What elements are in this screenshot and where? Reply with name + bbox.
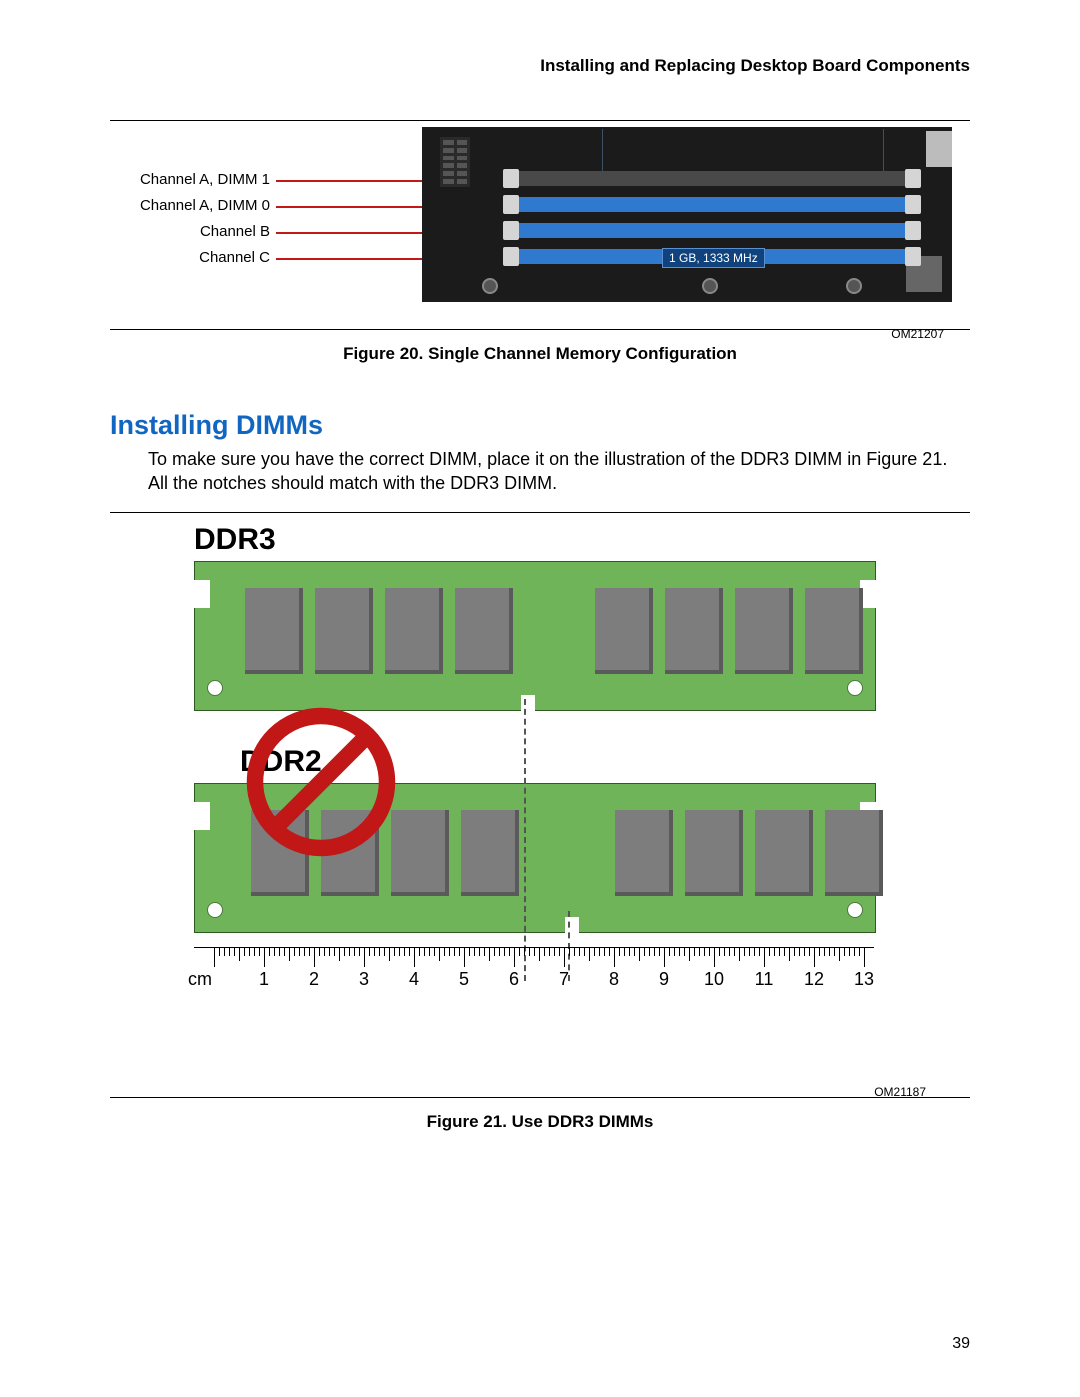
dimm-slot-a0 [517,197,907,212]
ruler: cm 12345678910111213 [194,947,874,991]
figure-21: DDR3 DDR2 [110,512,970,1132]
ddr3-dimm-illustration [194,561,876,711]
ruler-mark: 9 [659,969,669,990]
callout-channel-c: Channel C [110,249,270,266]
figure-rule-bottom [110,329,970,330]
figure-rule-bottom [110,1097,970,1098]
ruler-mark: 11 [755,969,774,990]
page-number: 39 [952,1335,970,1353]
running-header: Installing and Replacing Desktop Board C… [110,56,970,76]
ruler-mark: 3 [359,969,369,990]
alignment-guide [524,699,526,981]
ruler-mark: 4 [409,969,419,990]
prohibited-icon [246,707,396,857]
ruler-unit: cm [188,969,212,990]
figure-20-caption: Figure 20. Single Channel Memory Configu… [110,344,970,364]
callout-channel-b: Channel B [110,223,270,240]
ruler-mark: 13 [854,969,874,990]
figure-image-id: OM21187 [874,1085,926,1099]
ruler-mark: 8 [609,969,619,990]
callout-channel-a-dimm1: Channel A, DIMM 1 [110,171,270,188]
section-heading: Installing DIMMs [110,410,970,441]
installed-dimm-label: 1 GB, 1333 MHz [662,248,765,268]
ruler-mark: 2 [309,969,319,990]
section-paragraph: To make sure you have the correct DIMM, … [148,447,970,496]
dimm-slot-b [517,223,907,238]
callout-channel-a-dimm0: Channel A, DIMM 0 [110,197,270,214]
ruler-mark: 1 [259,969,269,990]
figure-20: Channel A, DIMM 1 Channel A, DIMM 0 Chan… [110,120,970,364]
ruler-mark: 5 [459,969,469,990]
dimm-slot-c: 1 GB, 1333 MHz [517,249,907,264]
motherboard-diagram: 1 GB, 1333 MHz [422,127,952,302]
figure-21-caption: Figure 21. Use DDR3 DIMMs [110,1112,970,1132]
dimm-slot-a1 [517,171,907,186]
ruler-mark: 6 [509,969,519,990]
ddr3-label: DDR3 [194,523,930,557]
ruler-mark: 12 [804,969,824,990]
ruler-mark: 10 [704,969,724,990]
ruler-mark: 7 [559,969,569,990]
figure-image-id: OM21207 [891,327,944,341]
